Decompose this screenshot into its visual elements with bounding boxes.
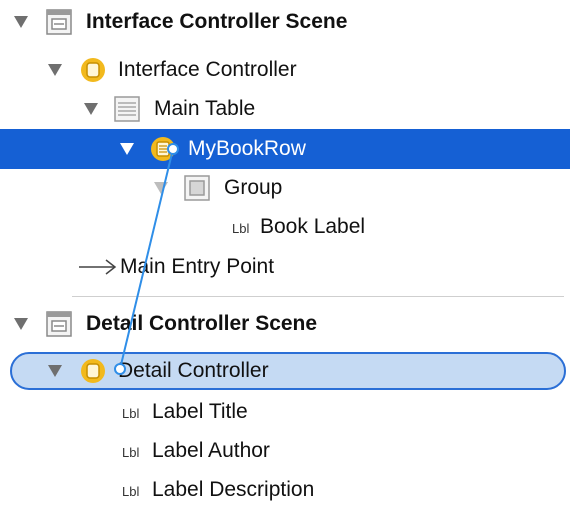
tree-label: Label Description [152, 478, 315, 501]
tree-row-mybookrow[interactable]: MyBookRow [0, 129, 570, 169]
tree-row-label-author[interactable]: Lbl Label Author [0, 432, 570, 470]
disclosure-triangle-icon[interactable] [48, 365, 62, 377]
arrow-icon [79, 259, 117, 275]
disclosure-triangle-icon[interactable] [120, 143, 134, 155]
tree-label: Label Author [152, 439, 270, 462]
tree-label: Detail Controller Scene [86, 312, 318, 335]
tree-label: Main Entry Point [120, 255, 275, 278]
controller-icon [81, 58, 105, 82]
tree-label: MyBookRow [188, 137, 306, 160]
tree-label: Interface Controller [118, 58, 297, 81]
controller-icon [81, 359, 105, 383]
storyboard-scene-icon [46, 311, 72, 337]
disclosure-triangle-icon[interactable] [48, 64, 62, 76]
tree-row-main-entry-point[interactable]: Main Entry Point [0, 248, 570, 286]
tree-row-book-label[interactable]: Lbl Book Label [0, 208, 570, 246]
label-type-icon: Lbl [232, 221, 250, 236]
tree-label: Book Label [260, 215, 366, 238]
tree-row-interface-controller[interactable]: Interface Controller [0, 51, 570, 89]
table-icon [114, 96, 140, 122]
disclosure-triangle-icon[interactable] [84, 103, 98, 115]
tree-label: Label Title [152, 400, 248, 423]
tree-row-detail-controller-scene[interactable]: Detail Controller Scene [0, 305, 570, 343]
disclosure-triangle-icon[interactable] [14, 318, 28, 330]
group-icon [184, 175, 210, 201]
tree-label: Detail Controller [118, 359, 269, 382]
row-controller-icon [151, 137, 175, 161]
tree-label: Group [224, 176, 283, 199]
storyboard-scene-icon [46, 9, 72, 35]
tree-row-group[interactable]: Group [0, 169, 570, 207]
disclosure-triangle-icon[interactable] [14, 16, 28, 28]
divider [72, 296, 564, 297]
tree-row-main-table[interactable]: Main Table [0, 90, 570, 128]
label-type-icon: Lbl [122, 484, 140, 499]
label-type-icon: Lbl [122, 406, 140, 421]
tree-label: Main Table [154, 97, 256, 120]
tree-row-label-description[interactable]: Lbl Label Description [0, 471, 570, 509]
tree-row-detail-controller[interactable]: Detail Controller [0, 352, 570, 390]
disclosure-triangle-icon[interactable] [154, 182, 168, 194]
tree-row-label-title[interactable]: Lbl Label Title [0, 393, 570, 431]
label-type-icon: Lbl [122, 445, 140, 460]
tree-row-interface-controller-scene[interactable]: Interface Controller Scene [0, 3, 570, 41]
tree-label: Interface Controller Scene [86, 10, 348, 33]
